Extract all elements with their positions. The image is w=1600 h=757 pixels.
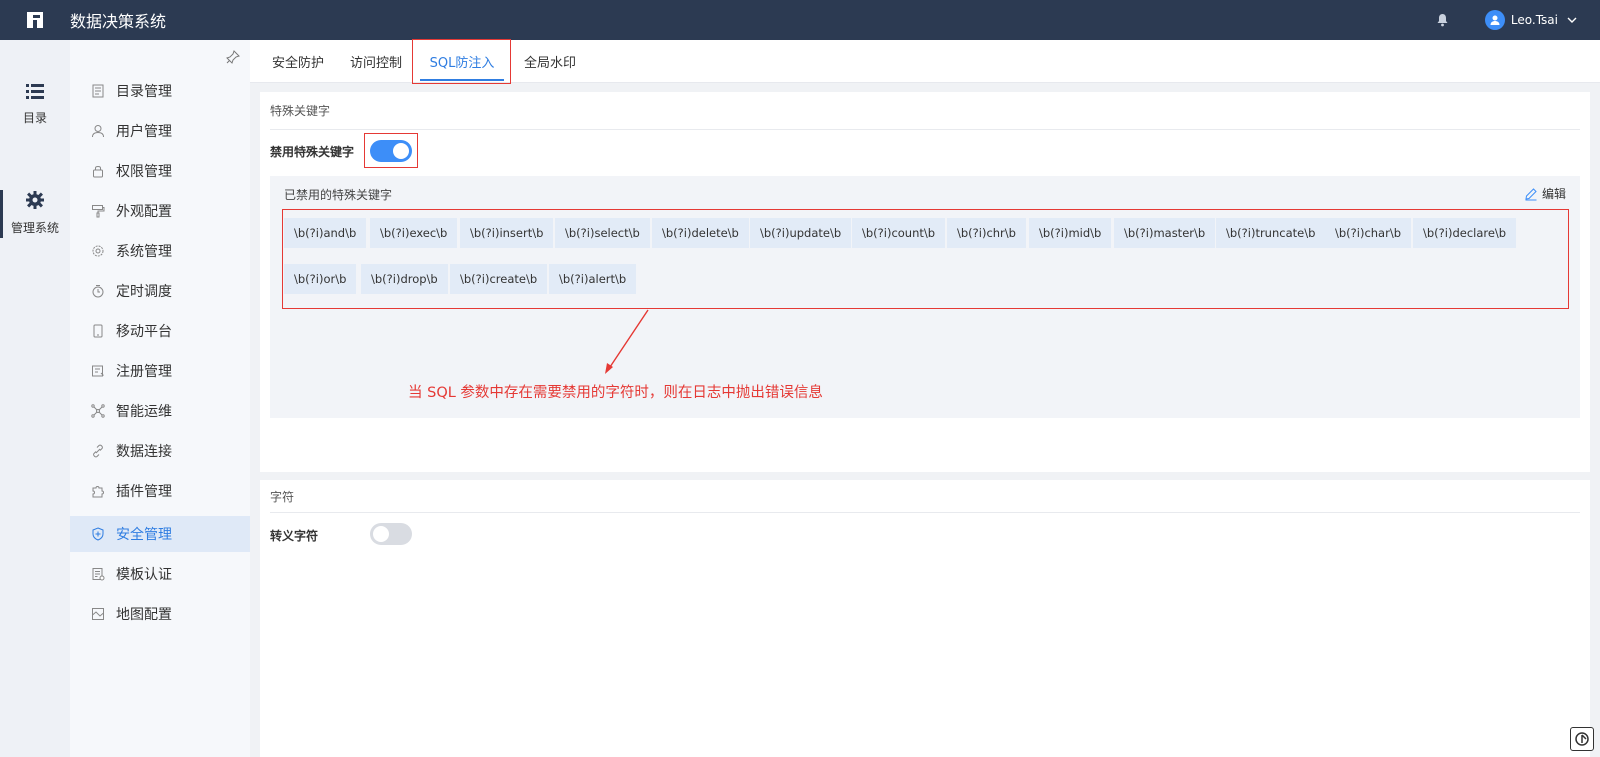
app-logo-icon[interactable]: [0, 0, 70, 40]
sidebar-item-label: 用户管理: [116, 124, 172, 140]
floating-tool-icon[interactable]: [1570, 727, 1594, 751]
register-icon: [90, 363, 106, 379]
sidebar-item-registration[interactable]: 注册管理: [70, 353, 250, 389]
sidebar-item-data-connection[interactable]: 数据连接: [70, 433, 250, 469]
user-avatar[interactable]: [1484, 10, 1505, 30]
disabled-keywords-panel: 已禁用的特殊关键字 编辑 \b(?i)and\b \b(?i)exec\b \b…: [270, 176, 1580, 418]
tab-bar: 安全防护 访问控制 SQL防注入 全局水印: [250, 39, 1600, 84]
rail-item-label: 管理系统: [10, 221, 59, 235]
toggle-knob: [373, 526, 389, 542]
list-icon: [25, 82, 45, 100]
sidebar-item-label: 安全管理: [116, 527, 172, 543]
gear-icon: [25, 190, 45, 210]
disable-keywords-label: 禁用特殊关键字: [270, 145, 355, 159]
sidebar-item-map-config[interactable]: 地图配置: [70, 596, 250, 632]
sidebar-item-user-management[interactable]: 用户管理: [70, 113, 250, 149]
highlight-box-toggle: [364, 133, 418, 168]
mobile-icon: [90, 323, 106, 339]
top-bar: 数据决策系统 Leo.Tsai: [0, 0, 1600, 40]
sidebar-item-label: 目录管理: [116, 84, 172, 100]
paint-roller-icon: [90, 203, 106, 219]
sidebar-item-label: 地图配置: [116, 607, 172, 623]
annotation-text: 当 SQL 参数中存在需要禁用的字符时，则在日志中抛出错误信息: [408, 385, 823, 401]
sidebar-item-permission-management[interactable]: 权限管理: [70, 153, 250, 189]
sidebar-item-label: 移动平台: [116, 324, 172, 340]
highlight-box-keywords: [282, 209, 1569, 309]
tab-security-protection[interactable]: 安全防护: [262, 40, 334, 83]
divider: [270, 512, 1580, 513]
sidebar-item-label: 定时调度: [116, 284, 172, 300]
special-keywords-card: 特殊关键字 禁用特殊关键字 已禁用的特殊关键字 编辑 \b(?i)and\b \…: [260, 92, 1590, 472]
sidebar-item-plugin-management[interactable]: 插件管理: [70, 473, 250, 509]
tab-global-watermark[interactable]: 全局水印: [514, 40, 586, 83]
template-icon: [90, 566, 106, 582]
sidebar-item-label: 模板认证: [116, 567, 172, 583]
sidebar-item-label: 数据连接: [116, 444, 172, 460]
sidebar-item-label: 权限管理: [116, 164, 172, 180]
sidebar-item-catalog-management[interactable]: 目录管理: [70, 73, 250, 109]
sidebar-item-system-management[interactable]: 系统管理: [70, 233, 250, 269]
divider: [270, 129, 1580, 130]
pin-icon[interactable]: [226, 50, 240, 64]
section-title: 特殊关键字: [270, 104, 331, 118]
sidebar-item-label: 注册管理: [116, 364, 172, 380]
user-name[interactable]: Leo.Tsai: [1511, 13, 1558, 27]
map-icon: [90, 606, 106, 622]
panel-title: 已禁用的特殊关键字: [284, 188, 393, 202]
sidebar-item-label: 系统管理: [116, 244, 172, 260]
highlight-box-tab: [412, 39, 511, 84]
sidebar: 目录管理 用户管理 权限管理 外观配置 系统管理 定时调度 移动平台 注册管理 …: [70, 40, 260, 757]
section-title: 字符: [270, 490, 295, 504]
lock-icon: [90, 163, 106, 179]
rail-item-admin-system[interactable]: 管理系统: [0, 190, 70, 238]
sidebar-item-scheduling[interactable]: 定时调度: [70, 273, 250, 309]
network-icon: [90, 403, 106, 419]
shield-icon: [90, 526, 106, 542]
characters-card: 字符 转义字符: [260, 480, 1590, 757]
rail-item-label: 目录: [22, 111, 47, 125]
rail-item-catalog[interactable]: 目录: [0, 82, 70, 126]
link-icon: [90, 443, 106, 459]
escape-chars-toggle[interactable]: [370, 523, 412, 545]
escape-chars-label: 转义字符: [270, 529, 319, 543]
left-rail: 目录 管理系统: [0, 40, 70, 757]
pencil-icon: [1524, 187, 1538, 201]
sidebar-item-mobile-platform[interactable]: 移动平台: [70, 313, 250, 349]
sidebar-item-security-management[interactable]: 安全管理: [70, 516, 250, 552]
sidebar-item-smart-ops[interactable]: 智能运维: [70, 393, 250, 429]
sidebar-item-appearance-config[interactable]: 外观配置: [70, 193, 250, 229]
tab-access-control[interactable]: 访问控制: [340, 40, 412, 83]
edit-button[interactable]: 编辑: [1524, 185, 1566, 202]
puzzle-icon: [90, 483, 106, 499]
sidebar-item-label: 智能运维: [116, 404, 172, 420]
annotation-arrow: [605, 309, 649, 374]
sidebar-item-label: 外观配置: [116, 204, 172, 220]
edit-label: 编辑: [1541, 187, 1566, 201]
sidebar-item-label: 插件管理: [116, 484, 172, 500]
sidebar-item-template-certification[interactable]: 模板认证: [70, 556, 250, 592]
bell-icon[interactable]: [1435, 12, 1451, 28]
catalog-icon: [90, 83, 106, 99]
chevron-down-icon[interactable]: [1566, 14, 1578, 26]
settings-icon: [90, 243, 106, 259]
timer-icon: [90, 283, 106, 299]
main-content: 安全防护 访问控制 SQL防注入 全局水印 特殊关键字 禁用特殊关键字 已禁用的…: [250, 39, 1600, 757]
user-icon: [90, 123, 106, 139]
app-title: 数据决策系统: [70, 12, 167, 31]
